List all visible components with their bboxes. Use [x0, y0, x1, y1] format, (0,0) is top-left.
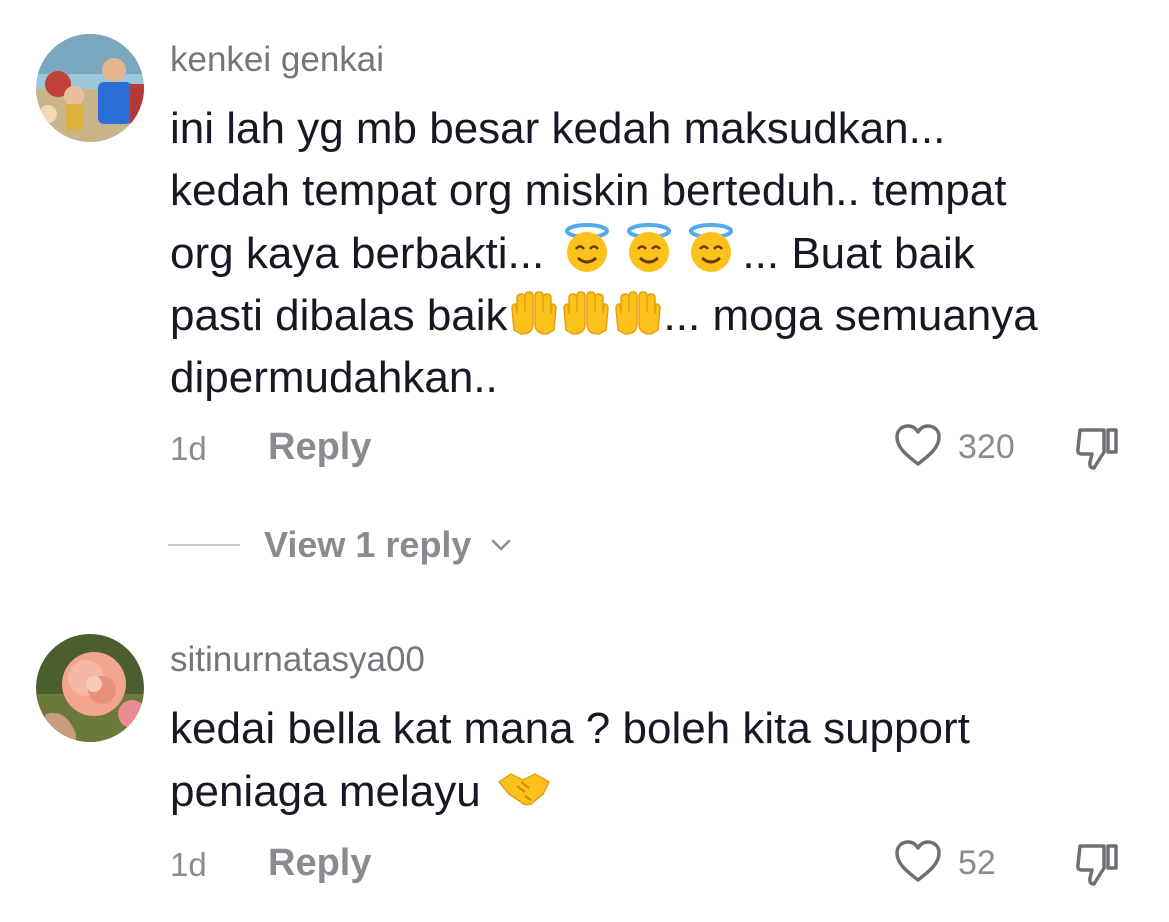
comment-item: kenkei genkai ini lah yg mb besar kedah … — [0, 0, 1169, 600]
view-replies[interactable]: View 1 reply — [168, 520, 568, 570]
raising-hands-emoji — [560, 290, 612, 336]
reply-button[interactable]: Reply — [268, 426, 371, 469]
thumbs-down-icon[interactable] — [1072, 840, 1122, 888]
heart-outline-icon[interactable] — [893, 838, 943, 884]
smiling-face-with-halo-emoji — [558, 222, 616, 274]
comment-time: 1d — [170, 430, 207, 467]
comment-line: peniaga melayu — [170, 760, 1140, 823]
comment-item: sitinurnatasya00 kedai bella kat mana ? … — [0, 600, 1169, 922]
raising-hands-emoji — [612, 290, 664, 336]
comment-actions: 1d Reply 320 — [0, 420, 1169, 480]
avatar[interactable] — [36, 634, 144, 742]
comment-line: kedah tempat org miskin berteduh.. tempa… — [170, 166, 1007, 215]
comment-time: 1d — [170, 846, 207, 883]
comment-fragment: org kaya berbakti... — [170, 229, 557, 278]
comment-fragment: peniaga melayu — [170, 767, 493, 816]
view-replies-button[interactable]: View 1 reply — [264, 524, 471, 566]
comment-line: pasti dibalas baik ... moga semuanya — [170, 285, 1140, 347]
comment-line: org kaya berbakti... ... Buat baik — [170, 222, 1140, 285]
avatar[interactable] — [36, 34, 144, 142]
comment-text: kedai bella kat mana ? boleh kita suppor… — [170, 698, 1140, 823]
username[interactable]: sitinurnatasya00 — [170, 640, 425, 680]
comment-fragment: pasti dibalas baik — [170, 291, 508, 340]
comment-fragment: ... moga semuanya — [663, 291, 1038, 340]
comment-fragment: ... Buat baik — [742, 229, 975, 278]
handshake-emoji — [495, 760, 553, 812]
heart-outline-icon[interactable] — [893, 422, 943, 468]
divider-line — [168, 544, 240, 546]
reply-button[interactable]: Reply — [268, 842, 371, 885]
raising-hands-emoji — [508, 290, 560, 336]
comment-line: dipermudahkan.. — [170, 353, 498, 402]
comment-actions: 1d Reply 52 — [0, 836, 1169, 896]
comment-text: ini lah yg mb besar kedah maksudkan... k… — [170, 98, 1140, 409]
like-count: 320 — [958, 428, 1015, 466]
comment-line: ini lah yg mb besar kedah maksudkan... — [170, 104, 946, 153]
like-count: 52 — [958, 844, 996, 882]
thumbs-down-icon[interactable] — [1072, 424, 1122, 472]
chevron-down-icon[interactable] — [488, 532, 514, 558]
comment-line: kedai bella kat mana ? boleh kita suppor… — [170, 704, 970, 753]
smiling-face-with-halo-emoji — [682, 222, 740, 274]
smiling-face-with-halo-emoji — [620, 222, 678, 274]
username[interactable]: kenkei genkai — [170, 40, 384, 80]
